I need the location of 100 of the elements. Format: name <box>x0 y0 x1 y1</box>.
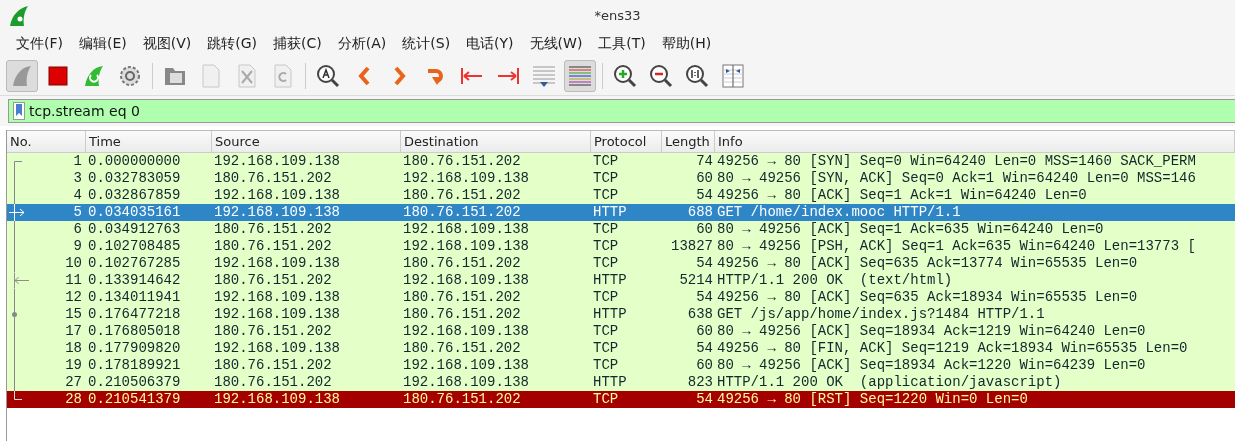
window-title: *ens33 <box>593 8 642 23</box>
menu-item[interactable]: 文件(F) <box>8 35 71 53</box>
table-cell-text: 0.210506379 <box>87 374 182 391</box>
table-cell-text: 0.032867859 <box>87 187 182 204</box>
table-cell-text: 0.177909820 <box>87 340 182 357</box>
table-cell-text: 12 <box>64 289 83 306</box>
table-cell-text: TCP <box>592 289 620 306</box>
packet-row[interactable]: 12 0.134011941 192.168.109.138 180.76.151.202 TCP 54 49256 → 80 [ACK] Seq=635 Ack=18934 Win=65535 Len=0 <box>7 289 1235 306</box>
table-cell-text: 180.76.151.202 <box>213 272 333 289</box>
table-cell-text: 74 <box>695 153 714 170</box>
gear-icon <box>119 65 141 87</box>
table-cell-text: 192.168.109.138 <box>402 374 531 391</box>
column-header[interactable]: No. <box>7 131 86 152</box>
menu-item[interactable]: 捕获(C) <box>265 35 330 53</box>
table-cell-text: 49256 → 80 [ACK] Seq=635 Ack=13774 Win=65535 Len=0 <box>716 255 1139 272</box>
table-cell-text: 80 → 49256 [ACK] Seq=18934 Ack=1220 Win=64239 Len=0 <box>716 357 1147 374</box>
filter-field[interactable]: tcp.stream eq 0 <box>8 99 1235 123</box>
menu-item[interactable]: 统计(S) <box>394 35 459 53</box>
table-cell-text: 180.76.151.202 <box>213 374 333 391</box>
chevron-right-icon <box>392 65 408 87</box>
table-cell-text: HTTP <box>592 374 628 391</box>
table-cell-text: 823 <box>686 374 714 391</box>
packet-row[interactable]: 6 0.034912763 180.76.151.202 192.168.109.138 TCP 60 80 → 49256 [ACK] Seq=1 Ack=635 Win=64240 Len=0 <box>7 221 1235 238</box>
autoscroll-icon <box>532 64 556 88</box>
table-cell-text: 180.76.151.202 <box>402 306 522 323</box>
table-cell-text: 49256 → 80 [RST] Seq=1220 Win=0 Len=0 <box>716 391 1029 408</box>
table-cell-text: 80 → 49256 [ACK] Seq=1 Ack=635 Win=64240 Len=0 <box>716 221 1105 238</box>
packet-row[interactable]: 19 0.178189921 180.76.151.202 192.168.109.138 TCP 60 80 → 49256 [ACK] Seq=18934 Ack=1220 Win=64239 Len=0 <box>7 357 1235 374</box>
table-cell-text: HTTP/1.1 200 OK (text/html) <box>716 272 954 289</box>
shark-fin-icon <box>10 64 34 88</box>
column-header[interactable]: Time <box>86 131 212 152</box>
table-cell-text: TCP <box>592 187 620 204</box>
column-header[interactable]: Length <box>662 131 715 152</box>
colored-lines-icon <box>568 65 592 87</box>
table-cell-text: 192.168.109.138 <box>402 357 531 374</box>
table-cell-text: HTTP <box>592 204 628 221</box>
file-icon <box>201 64 221 88</box>
table-cell-text: 180.76.151.202 <box>213 170 333 187</box>
column-header[interactable]: Info <box>715 131 1235 152</box>
table-cell-text: 9 <box>72 238 83 255</box>
table-cell-text: 192.168.109.138 <box>402 323 531 340</box>
table-cell-text: 0.032783059 <box>87 170 182 187</box>
table-cell-text: 638 <box>686 306 714 323</box>
last-icon <box>496 66 520 86</box>
table-cell-text: HTTP <box>592 306 628 323</box>
search-icon <box>316 64 340 88</box>
table-cell-text: 27 <box>64 374 83 391</box>
column-header[interactable]: Destination <box>401 131 591 152</box>
table-cell-text: 54 <box>695 187 714 204</box>
table-cell-text: 54 <box>695 255 714 272</box>
menu-item[interactable]: 分析(A) <box>329 35 395 53</box>
packet-row[interactable]: 9 0.102708485 180.76.151.202 192.168.109.138 TCP 13827 80 → 49256 [PSH, ACK] Seq=1 Ack=635 Win=64240 Len=13773 [ <box>7 238 1235 255</box>
table-cell-text: 192.168.109.138 <box>213 340 342 357</box>
table-cell-text: TCP <box>592 357 620 374</box>
table-cell-text: TCP <box>592 221 620 238</box>
packet-row[interactable]: 5 0.034035161 192.168.109.138 180.76.151.202 HTTP 688 GET /home/index.mooc HTTP/1.1 <box>7 204 1235 221</box>
table-cell-text: 0.034912763 <box>87 221 182 238</box>
packet-row[interactable]: 18 0.177909820 192.168.109.138 180.76.151.202 TCP 54 49256 → 80 [FIN, ACK] Seq=1219 Ack=18934 Win=65535 Len=0 <box>7 340 1235 357</box>
packet-row[interactable]: 3 0.032783059 180.76.151.202 192.168.109.138 TCP 60 80 → 49256 [SYN, ACK] Seq=0 Ack=1 Win=64240 Len=0 MSS=146 <box>7 170 1235 187</box>
packet-row[interactable]: 15 0.176477218 192.168.109.138 180.76.151.202 HTTP 638 GET /js/app/home/index.js?1484 HTTP/1.1 <box>7 306 1235 323</box>
packet-row[interactable]: 1 0.000000000 192.168.109.138 180.76.151.202 TCP 74 49256 → 80 [SYN] Seq=0 Win=64240 Len=0 MSS=1460 SACK_PERM <box>7 153 1235 170</box>
table-cell-text: 11 <box>64 272 83 289</box>
table-cell-text: TCP <box>592 255 620 272</box>
column-header[interactable]: Protocol <box>591 131 662 152</box>
menu-item[interactable]: 视图(V) <box>134 35 200 53</box>
table-cell-text: TCP <box>592 323 620 340</box>
table-cell-text: 180.76.151.202 <box>402 289 522 306</box>
table-cell-text: 80 → 49256 [PSH, ACK] Seq=1 Ack=635 Win=64240 Len=13773 [ <box>716 238 1197 255</box>
stop-icon <box>47 65 69 87</box>
menu-item[interactable]: 电话(Y) <box>458 35 522 53</box>
packet-row[interactable]: 28 0.210541379 192.168.109.138 180.76.151.202 TCP 54 49256 → 80 [RST] Seq=1220 Win=0 Len=0 <box>7 391 1235 408</box>
menu-item[interactable]: 无线(W) <box>521 35 591 53</box>
packet-row[interactable]: 10 0.102767285 192.168.109.138 180.76.151.202 TCP 54 49256 → 80 [ACK] Seq=635 Ack=13774 Win=65535 Len=0 <box>7 255 1235 272</box>
table-cell-text: 15 <box>64 306 83 323</box>
table-cell-text: 54 <box>695 391 714 408</box>
packet-row[interactable]: 11 0.133914642 180.76.151.202 192.168.109.138 HTTP 5214 HTTP/1.1 200 OK (text/html) <box>7 272 1235 289</box>
table-cell-text: 192.168.109.138 <box>213 289 342 306</box>
table-cell-text: 180.76.151.202 <box>402 391 522 408</box>
table-cell-text: 180.76.151.202 <box>402 204 522 221</box>
table-cell-text: 49256 → 80 [ACK] Seq=1 Ack=1 Win=64240 Len=0 <box>716 187 1088 204</box>
table-cell-text: TCP <box>592 238 620 255</box>
table-cell-text: 192.168.109.138 <box>402 170 531 187</box>
packet-row[interactable]: 4 0.032867859 192.168.109.138 180.76.151.202 TCP 54 49256 → 80 [ACK] Seq=1 Ack=1 Win=64240 Len=0 <box>7 187 1235 204</box>
menu-item[interactable]: 帮助(H) <box>653 35 720 53</box>
table-cell-text: 0.133914642 <box>87 272 182 289</box>
table-cell-text: 6 <box>72 221 83 238</box>
table-cell-text: 54 <box>695 289 714 306</box>
table-cell-text: 49256 → 80 [ACK] Seq=635 Ack=18934 Win=65535 Len=0 <box>716 289 1139 306</box>
packet-row[interactable]: 17 0.176805018 180.76.151.202 192.168.109.138 TCP 60 80 → 49256 [ACK] Seq=18934 Ack=1219 Win=64240 Len=0 <box>7 323 1235 340</box>
table-cell-text: 80 → 49256 [SYN, ACK] Seq=0 Ack=1 Win=64240 Len=0 MSS=146 <box>716 170 1197 187</box>
column-header[interactable]: Source <box>212 131 401 152</box>
menu-item[interactable]: 编辑(E) <box>71 35 135 53</box>
zoom-reset-icon <box>685 64 709 88</box>
table-cell-text: 5 <box>72 204 83 221</box>
menu-item[interactable]: 跳转(G) <box>199 35 266 53</box>
packet-row[interactable]: 27 0.210506379 180.76.151.202 192.168.109.138 HTTP 823 HTTP/1.1 200 OK (application/javascript) <box>7 374 1235 391</box>
table-cell-text: 5214 <box>678 272 714 289</box>
close-file-icon <box>237 64 257 88</box>
table-cell-text: 0.178189921 <box>87 357 182 374</box>
menu-item[interactable]: 工具(T) <box>590 35 654 53</box>
